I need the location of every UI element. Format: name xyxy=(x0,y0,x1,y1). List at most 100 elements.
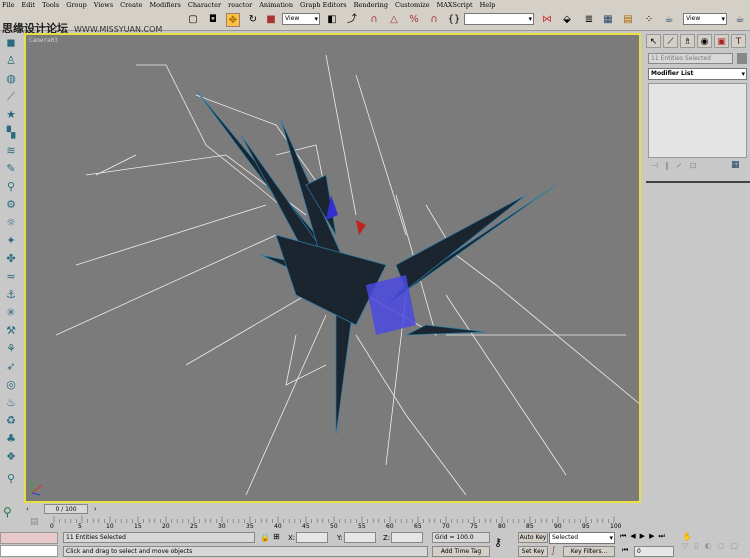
next-frame-icon[interactable]: › xyxy=(94,505,97,513)
key-mode-toggle-icon[interactable]: ⏮ xyxy=(622,546,628,555)
absolute-mode-icon[interactable]: ⊞ xyxy=(273,532,280,541)
reactor-wind-icon[interactable]: ⚙ xyxy=(3,197,19,213)
zoom-search-icon[interactable]: ⚲ xyxy=(3,471,19,487)
menu-graph-editors[interactable]: Graph Editors xyxy=(300,0,347,10)
reactor-create-anim-icon[interactable]: ♻ xyxy=(3,413,19,429)
reactor-softbody-icon[interactable]: ◍ xyxy=(3,71,19,87)
camera-viewport[interactable]: Camera03 xyxy=(24,33,641,503)
percent-snap-icon[interactable]: % xyxy=(407,13,421,27)
menu-help[interactable]: Help xyxy=(480,0,496,10)
lock-icon[interactable]: 🔒 xyxy=(260,533,270,542)
reactor-motor-icon[interactable]: ⚲ xyxy=(3,179,19,195)
quick-render-icon[interactable]: ☕ xyxy=(733,13,747,27)
reactor-prismatic-icon[interactable]: ⚒ xyxy=(3,323,19,339)
hierarchy-tab-icon[interactable]: ♗ xyxy=(680,34,695,48)
object-name-field[interactable]: 11 Entities Selected xyxy=(648,53,733,64)
default-tangent-icon[interactable]: ∫ xyxy=(551,546,556,556)
set-key-button[interactable]: Set Key xyxy=(518,546,548,557)
modifier-list-dropdown[interactable]: Modifier List xyxy=(648,68,747,80)
create-tab-icon[interactable]: ↖ xyxy=(646,34,661,48)
set-key-icon[interactable]: ⚷ xyxy=(494,536,502,549)
reactor-hinge-icon[interactable]: ⚓ xyxy=(3,287,19,303)
display-tab-icon[interactable]: ▣ xyxy=(714,34,729,48)
maxscript-listener-pink[interactable] xyxy=(0,532,58,544)
menu-maxscript[interactable]: MAXScript xyxy=(437,0,473,10)
reference-coordinate-dropdown[interactable]: View xyxy=(282,13,320,25)
render-type-dropdown[interactable]: View xyxy=(683,13,727,25)
utilities-tab-icon[interactable]: T xyxy=(731,34,746,48)
named-selection-icon[interactable]: {} xyxy=(447,13,461,27)
render-scene-icon[interactable]: ☕ xyxy=(662,13,676,27)
menu-views[interactable]: Views xyxy=(94,0,113,10)
menu-create[interactable]: Create xyxy=(120,0,142,10)
reactor-analyze-icon[interactable]: ♨ xyxy=(3,395,19,411)
prev-frame-icon[interactable]: ‹ xyxy=(26,505,29,513)
schematic-view-icon[interactable]: ▤ xyxy=(621,13,635,27)
menu-file[interactable]: File xyxy=(2,0,15,10)
reactor-misc-icon[interactable]: ❖ xyxy=(3,449,19,465)
playback-controls[interactable]: ⏮◀▶▶⏭ xyxy=(620,532,669,541)
reactor-plane-icon[interactable]: ▚ xyxy=(3,125,19,141)
reactor-fracture-icon[interactable]: ✦ xyxy=(3,233,19,249)
select-scale-icon[interactable]: ■ xyxy=(264,13,278,27)
named-selection-dropdown[interactable] xyxy=(464,13,534,25)
select-rotate-icon[interactable]: ↻ xyxy=(246,13,260,27)
menu-customize[interactable]: Customize xyxy=(395,0,430,10)
reactor-constraint-icon[interactable]: ≈ xyxy=(3,269,19,285)
reactor-spring-icon[interactable]: ≋ xyxy=(3,143,19,159)
reactor-preview-icon[interactable]: ◎ xyxy=(3,377,19,393)
angle-snap-icon[interactable]: △ xyxy=(387,13,401,27)
menu-rendering[interactable]: Rendering xyxy=(354,0,388,10)
reactor-carwheel-icon[interactable]: ⚘ xyxy=(3,341,19,357)
current-frame-input[interactable]: 0 xyxy=(634,546,674,557)
menu-modifiers[interactable]: Modifiers xyxy=(149,0,180,10)
snap-icon[interactable]: ∩ xyxy=(367,13,381,27)
material-editor-icon[interactable]: ⁘ xyxy=(642,13,656,27)
y-coordinate-input[interactable] xyxy=(344,532,376,543)
reactor-rigid-body-icon[interactable]: ◼ xyxy=(3,35,19,51)
track-bar[interactable]: 0 5 10 15 20 25 30 35 40 45 50 55 60 65 70 75 80 85 90 95 10… xyxy=(24,515,644,530)
reactor-toy-car-icon[interactable]: ☼ xyxy=(3,215,19,231)
configure-modifier-sets-icon[interactable]: ▦ xyxy=(731,160,740,170)
pivot-icon[interactable]: ◧ xyxy=(325,13,339,27)
add-time-tag-button[interactable]: Add Time Tag xyxy=(432,546,490,557)
reactor-dashpot-icon[interactable]: ✎ xyxy=(3,161,19,177)
menu-character[interactable]: Character xyxy=(188,0,221,10)
object-color-swatch[interactable] xyxy=(737,53,747,64)
key-mode-dropdown[interactable]: Selected xyxy=(549,532,615,544)
maxscript-listener-white[interactable] xyxy=(0,545,58,557)
menu-group[interactable]: Group xyxy=(66,0,87,10)
zoom-extents-icon[interactable]: ⚲ xyxy=(3,505,12,519)
reactor-property-icon[interactable]: ♣ xyxy=(3,431,19,447)
window-crossing-icon[interactable]: ◘ xyxy=(206,13,220,27)
reactor-water-icon[interactable]: ✤ xyxy=(3,251,19,267)
layer-manager-icon[interactable]: ≣ xyxy=(582,13,596,27)
reactor-cloth-icon[interactable]: ♙ xyxy=(3,53,19,69)
mirror-icon[interactable]: ⋈ xyxy=(540,13,554,27)
key-filters-button[interactable]: Key Filters... xyxy=(563,546,615,557)
menu-tools[interactable]: Tools xyxy=(42,0,59,10)
reactor-rope-icon[interactable]: ⟋ xyxy=(3,89,19,105)
viewport-nav-controls[interactable]: ✋▽▯◐○▢ xyxy=(682,532,750,550)
time-slider-thumb[interactable]: 0 / 100 xyxy=(44,504,88,514)
x-coordinate-input[interactable] xyxy=(296,532,328,543)
curve-editor-icon[interactable]: ▦ xyxy=(601,13,615,27)
modifier-stack[interactable] xyxy=(648,83,747,158)
modify-tab-icon[interactable]: ⟋ xyxy=(663,34,678,48)
menu-animation[interactable]: Animation xyxy=(259,0,293,10)
stack-controls[interactable]: ⊣‖✓⊡ xyxy=(651,161,703,170)
motion-tab-icon[interactable]: ◉ xyxy=(697,34,712,48)
menu-edit[interactable]: Edit xyxy=(22,0,36,10)
select-region-icon[interactable]: ▢ xyxy=(186,13,200,27)
manipulate-icon[interactable]: ⤴ xyxy=(345,13,359,27)
align-icon[interactable]: ⬙ xyxy=(560,13,574,27)
auto-key-button[interactable]: Auto Key xyxy=(518,532,548,543)
z-coordinate-input[interactable] xyxy=(391,532,423,543)
menu-reactor[interactable]: reactor xyxy=(228,0,252,10)
spinner-snap-icon[interactable]: ∩ xyxy=(427,13,441,27)
reactor-ragdoll-icon[interactable]: ➶ xyxy=(3,359,19,375)
select-move-icon[interactable]: ✥ xyxy=(226,13,240,27)
reactor-deform-icon[interactable]: ★ xyxy=(3,107,19,123)
reactor-point-icon[interactable]: ✳ xyxy=(3,305,19,321)
time-slider[interactable]: ‹ 0 / 100 › xyxy=(24,503,641,515)
